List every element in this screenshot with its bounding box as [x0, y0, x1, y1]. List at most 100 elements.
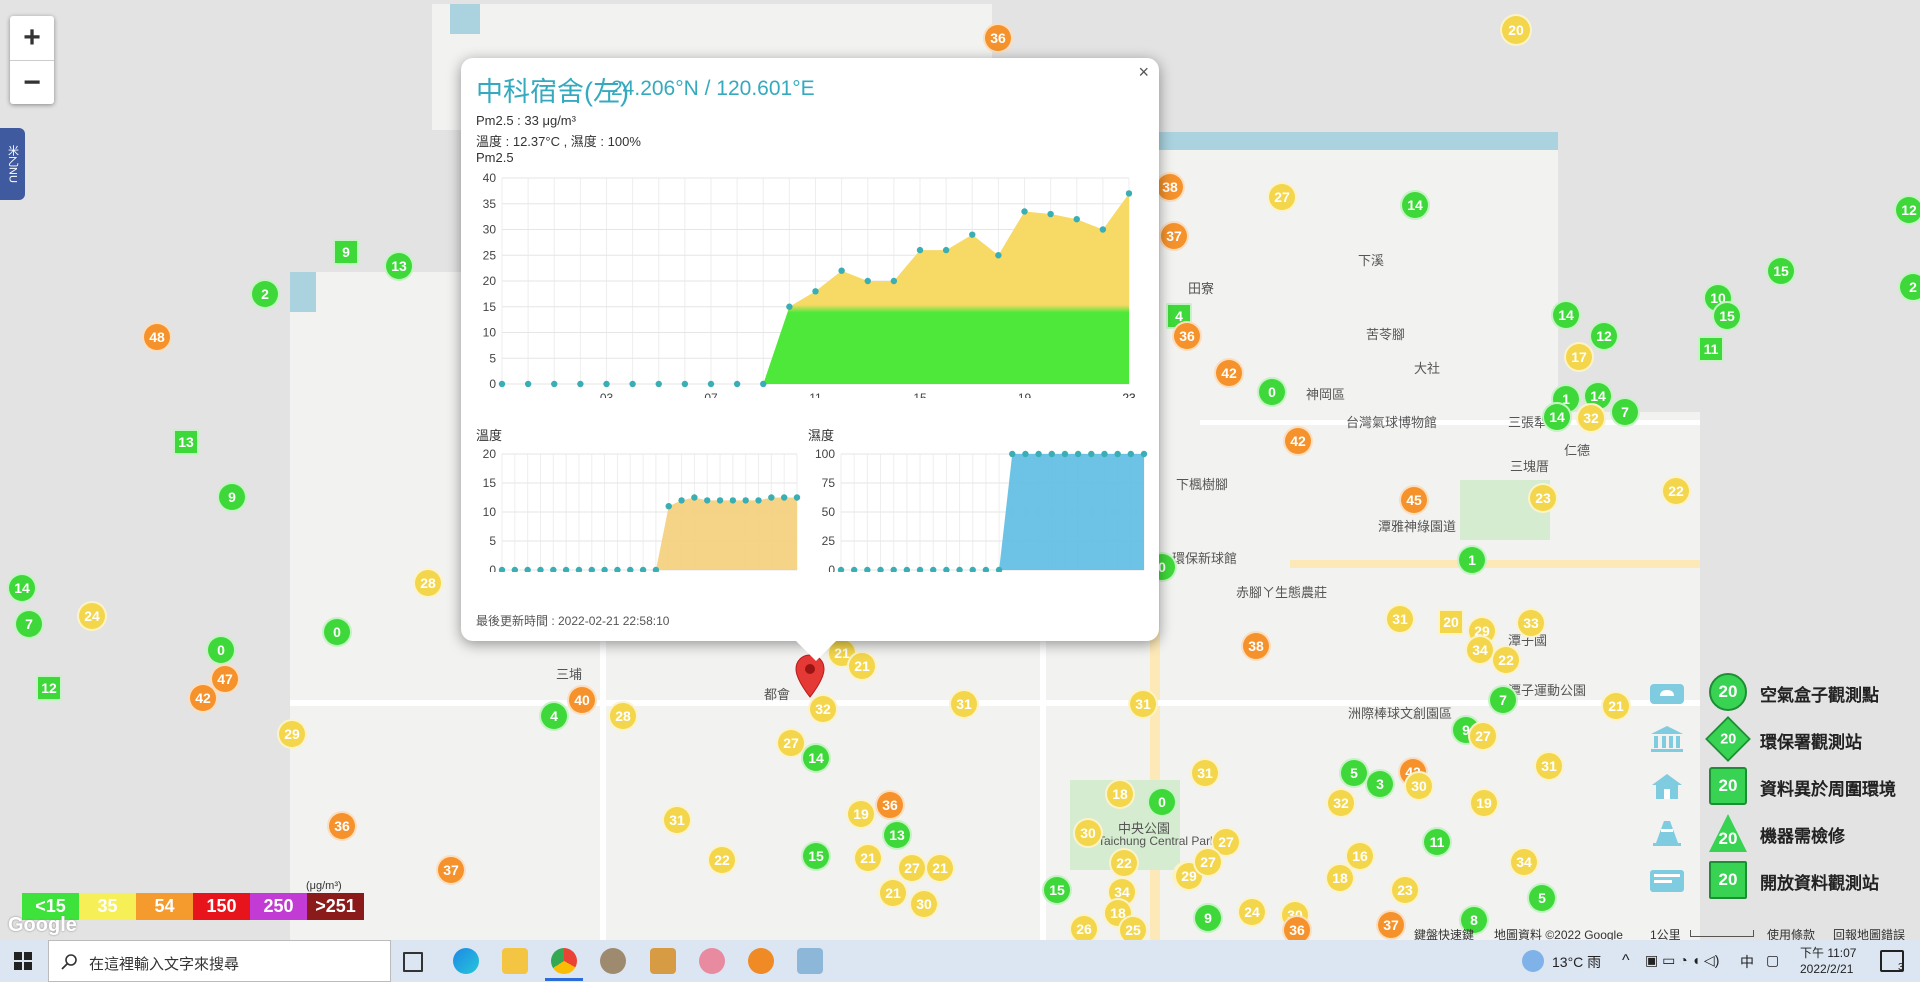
- station-marker[interactable]: 27: [1468, 721, 1498, 751]
- station-marker[interactable]: 9: [1193, 903, 1223, 933]
- windows-start-icon[interactable]: [14, 952, 32, 970]
- station-marker[interactable]: 12: [1589, 321, 1619, 351]
- station-marker[interactable]: 29: [277, 719, 307, 749]
- station-marker[interactable]: 25: [1118, 915, 1148, 940]
- station-marker[interactable]: 14: [1400, 190, 1430, 220]
- station-marker[interactable]: 18: [1325, 863, 1355, 893]
- app-icon[interactable]: [699, 948, 725, 974]
- station-marker[interactable]: 12: [36, 675, 62, 701]
- weather-text[interactable]: 13°C 雨: [1552, 952, 1601, 972]
- station-marker[interactable]: 22: [707, 845, 737, 875]
- station-marker[interactable]: 36: [327, 811, 357, 841]
- station-marker[interactable]: 24: [1237, 897, 1267, 927]
- station-marker[interactable]: 14: [1542, 402, 1572, 432]
- station-marker[interactable]: 2: [250, 279, 280, 309]
- station-marker[interactable]: 18: [1105, 779, 1135, 809]
- station-marker[interactable]: 17: [1564, 342, 1594, 372]
- station-marker[interactable]: 42: [188, 683, 218, 713]
- station-marker[interactable]: 32: [1326, 788, 1356, 818]
- station-marker[interactable]: 1: [1457, 545, 1487, 575]
- station-marker[interactable]: 42: [1214, 358, 1244, 388]
- station-marker[interactable]: 20: [1438, 609, 1464, 635]
- station-marker[interactable]: 45: [1399, 485, 1429, 515]
- blender-icon[interactable]: [748, 948, 774, 974]
- station-marker[interactable]: 7: [1488, 685, 1518, 715]
- station-marker[interactable]: 15: [1766, 256, 1796, 286]
- station-marker[interactable]: 38: [1241, 631, 1271, 661]
- station-marker[interactable]: 21: [847, 651, 877, 681]
- station-marker[interactable]: 30: [1404, 771, 1434, 801]
- station-marker[interactable]: 42: [1283, 426, 1313, 456]
- side-tab[interactable]: 米乙NU: [0, 128, 25, 200]
- task-view-icon[interactable]: [403, 952, 423, 972]
- station-marker[interactable]: 21: [925, 853, 955, 883]
- station-marker[interactable]: 32: [1576, 403, 1606, 433]
- station-marker[interactable]: 9: [333, 239, 359, 265]
- station-marker[interactable]: 26: [1069, 914, 1099, 940]
- station-marker[interactable]: 30: [1073, 818, 1103, 848]
- station-marker[interactable]: 12: [1894, 195, 1920, 225]
- tray-icons[interactable]: ▣ ▭ ◔ ◖ ◁): [1645, 952, 1719, 969]
- edge-browser-icon[interactable]: [453, 948, 479, 974]
- station-marker[interactable]: 37: [1376, 910, 1406, 940]
- station-marker[interactable]: 36: [875, 790, 905, 820]
- station-marker[interactable]: 15: [1042, 875, 1072, 905]
- station-marker[interactable]: 7: [1610, 397, 1640, 427]
- station-marker[interactable]: 13: [173, 429, 199, 455]
- station-marker[interactable]: 31: [1534, 751, 1564, 781]
- station-marker[interactable]: 31: [949, 689, 979, 719]
- station-marker[interactable]: 0: [1147, 787, 1177, 817]
- station-marker[interactable]: 31: [1190, 758, 1220, 788]
- station-marker[interactable]: 37: [436, 855, 466, 885]
- station-marker[interactable]: 15: [801, 841, 831, 871]
- station-marker[interactable]: 3: [1365, 769, 1395, 799]
- station-marker[interactable]: 22: [1109, 848, 1139, 878]
- station-marker[interactable]: 31: [1385, 604, 1415, 634]
- station-marker[interactable]: 19: [846, 799, 876, 829]
- station-marker[interactable]: 36: [983, 23, 1013, 53]
- station-marker[interactable]: 28: [608, 701, 638, 731]
- station-marker[interactable]: 38: [1155, 172, 1185, 202]
- station-marker[interactable]: 24: [77, 601, 107, 631]
- station-marker[interactable]: 7: [14, 609, 44, 639]
- station-marker[interactable]: 37: [1159, 221, 1189, 251]
- station-marker[interactable]: 28: [413, 568, 443, 598]
- station-marker[interactable]: 5: [1527, 883, 1557, 913]
- chevron-up-icon[interactable]: ^: [1622, 952, 1630, 970]
- station-marker[interactable]: 31: [1128, 689, 1158, 719]
- station-marker[interactable]: 13: [882, 820, 912, 850]
- app-icon[interactable]: [650, 948, 676, 974]
- station-marker[interactable]: 23: [1390, 875, 1420, 905]
- app-icon[interactable]: [600, 948, 626, 974]
- station-marker[interactable]: 27: [1267, 182, 1297, 212]
- station-marker[interactable]: 15: [1712, 301, 1742, 331]
- zoom-in-button[interactable]: +: [10, 16, 54, 61]
- clock-time[interactable]: 下午 11:07: [1800, 944, 1856, 961]
- close-icon[interactable]: ×: [1138, 62, 1149, 83]
- station-marker[interactable]: 36: [1172, 321, 1202, 351]
- ime-mode-icon[interactable]: ▢: [1766, 952, 1779, 969]
- station-marker[interactable]: 48: [142, 322, 172, 352]
- station-marker[interactable]: 13: [384, 251, 414, 281]
- file-explorer-icon[interactable]: [502, 948, 528, 974]
- station-marker[interactable]: 0: [322, 617, 352, 647]
- station-marker[interactable]: 23: [1528, 483, 1558, 513]
- station-marker[interactable]: 11: [1422, 827, 1452, 857]
- station-marker[interactable]: 40: [567, 685, 597, 715]
- station-marker[interactable]: 27: [897, 853, 927, 883]
- station-marker[interactable]: 14: [1551, 300, 1581, 330]
- station-marker[interactable]: 36: [1282, 915, 1312, 940]
- station-marker[interactable]: 30: [909, 889, 939, 919]
- station-marker[interactable]: 0: [1257, 377, 1287, 407]
- station-marker[interactable]: 9: [217, 482, 247, 512]
- station-marker[interactable]: 31: [662, 805, 692, 835]
- station-marker[interactable]: 22: [1661, 476, 1691, 506]
- station-marker[interactable]: 21: [1601, 691, 1631, 721]
- station-marker[interactable]: 19: [1469, 788, 1499, 818]
- station-marker[interactable]: 14: [801, 743, 831, 773]
- station-marker[interactable]: 14: [7, 573, 37, 603]
- station-marker[interactable]: 33: [1516, 608, 1546, 638]
- taskbar-search[interactable]: 在這裡輸入文字來搜尋: [48, 940, 391, 982]
- zoom-out-button[interactable]: −: [10, 61, 54, 105]
- station-marker[interactable]: 21: [853, 843, 883, 873]
